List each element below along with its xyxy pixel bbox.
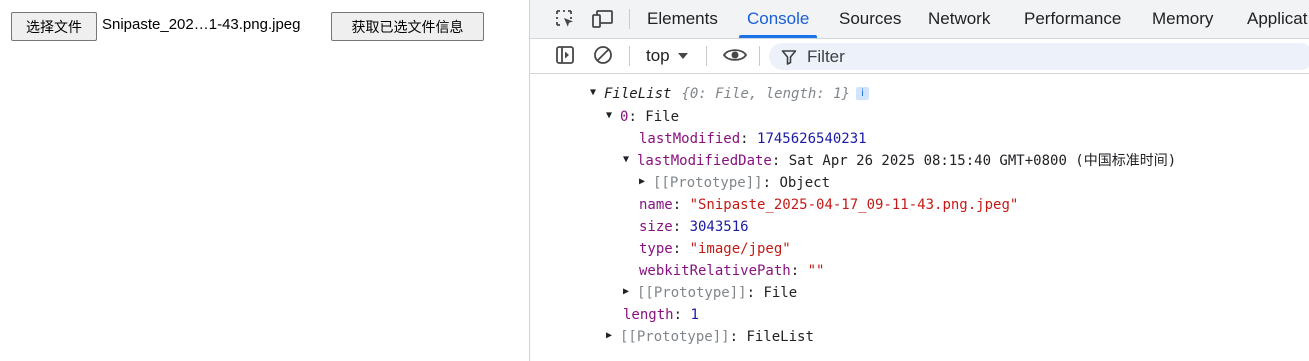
tab-performance[interactable]: Performance xyxy=(1024,0,1121,38)
toolbar-separator xyxy=(629,46,630,66)
clear-console-icon[interactable] xyxy=(592,45,614,65)
eye-icon[interactable] xyxy=(722,45,748,65)
tab-application[interactable]: Applicat xyxy=(1247,0,1307,38)
inspect-element-icon[interactable] xyxy=(554,9,576,29)
tab-sources[interactable]: Sources xyxy=(839,0,901,38)
context-label: top xyxy=(646,46,670,65)
property-row: webkitRelativePath: "" xyxy=(639,263,825,279)
expanded-arrow-icon[interactable]: ▼ xyxy=(590,82,604,104)
property-row[interactable]: ▼ lastModifiedDate: Sat Apr 26 2025 08:15… xyxy=(623,150,1176,172)
file-entry-row[interactable]: ▼ 0: File xyxy=(606,106,679,128)
collapsed-arrow-icon[interactable]: ▶ xyxy=(623,281,637,303)
property-row: length: 1 xyxy=(623,307,699,323)
selected-file-name: Snipaste_202…1-43.png.jpeg xyxy=(102,16,301,33)
collapsed-arrow-icon[interactable]: ▶ xyxy=(606,325,620,347)
choose-file-button[interactable]: 选择文件 xyxy=(11,12,97,41)
expanded-arrow-icon[interactable]: ▼ xyxy=(623,149,637,171)
property-row: type: "image/jpeg" xyxy=(639,241,791,257)
prototype-row[interactable]: ▶ [[Prototype]]: File xyxy=(623,282,797,304)
devtools-tab-bar: Elements Console Sources Network Perform… xyxy=(530,0,1309,39)
property-row: size: 3043516 xyxy=(639,219,749,235)
info-icon[interactable]: i xyxy=(856,86,870,100)
tab-elements[interactable]: Elements xyxy=(647,0,718,38)
tab-memory[interactable]: Memory xyxy=(1152,0,1213,38)
toolbar-separator xyxy=(759,46,760,66)
web-page: 选择文件 Snipaste_202…1-43.png.jpeg 获取已选文件信息 xyxy=(0,0,529,361)
context-selector[interactable]: top xyxy=(646,46,688,66)
devtools-panel: Elements Console Sources Network Perform… xyxy=(530,0,1309,361)
tab-console[interactable]: Console xyxy=(738,0,818,38)
expanded-arrow-icon[interactable]: ▼ xyxy=(606,105,620,127)
console-output: ▼ FileList {0: File, length: 1} i ▼ 0: File … xyxy=(530,74,1309,361)
property-row: name: "Snipaste_2025-04-17_09-11-43.png.… xyxy=(639,197,1019,213)
console-filter-input[interactable]: Filter xyxy=(769,43,1309,70)
toolbar-separator xyxy=(629,9,630,29)
property-row: lastModified: 1745626540231 xyxy=(639,131,867,147)
collapsed-arrow-icon[interactable]: ▶ xyxy=(639,171,653,193)
tab-network[interactable]: Network xyxy=(928,0,990,38)
filelist-row[interactable]: ▼ FileList {0: File, length: 1} i xyxy=(590,82,870,105)
dropdown-arrow-icon xyxy=(677,52,688,60)
console-toolbar: top Filter xyxy=(530,39,1309,74)
prototype-row[interactable]: ▶ [[Prototype]]: Object xyxy=(639,172,830,194)
sidebar-toggle-icon[interactable] xyxy=(554,45,576,65)
prototype-row[interactable]: ▶ [[Prototype]]: FileList xyxy=(606,326,814,348)
filter-funnel-icon xyxy=(781,49,797,65)
filter-placeholder: Filter xyxy=(807,46,845,66)
toolbar-separator xyxy=(706,46,707,66)
get-file-info-button[interactable]: 获取已选文件信息 xyxy=(331,12,484,41)
device-toggle-icon[interactable] xyxy=(592,9,614,29)
